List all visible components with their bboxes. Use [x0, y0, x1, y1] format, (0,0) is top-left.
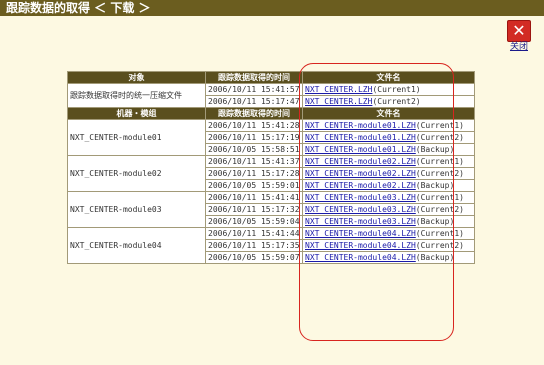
table-row: NXT_CENTER-module04 2006/10/11 15:41:44 NX…: [67, 227, 475, 264]
close-icon: ✕: [507, 20, 531, 42]
file-slot-note: (Backup): [415, 253, 455, 262]
acquired-time: 2006/10/11 15:17:19: [205, 131, 303, 144]
acquired-time: 2006/10/05 15:59:07: [205, 251, 303, 264]
filename-cell: NXT_CENTER-module04.LZH(Backup): [302, 251, 475, 264]
file-slot-note: (Current1): [415, 229, 464, 238]
acquired-time: 2006/10/11 15:17:47: [205, 95, 303, 108]
file-download-link[interactable]: NXT_CENTER-module03.LZH: [305, 205, 416, 214]
header-time: 跟踪数据取得的时间: [205, 71, 303, 84]
file-download-link[interactable]: NXT_CENTER-module04.LZH: [305, 241, 416, 250]
acquired-time: 2006/10/11 15:41:37: [205, 155, 303, 168]
filename-cell: NXT_CENTER-module02.LZH(Current1): [302, 155, 475, 168]
header-time: 跟踪数据取得的时间: [205, 107, 303, 120]
file-download-link[interactable]: NXT_CENTER.LZH: [305, 85, 372, 94]
file-slot-note: (Current1): [372, 85, 421, 94]
file-download-link[interactable]: NXT_CENTER-module02.LZH: [305, 157, 416, 166]
file-download-link[interactable]: NXT_CENTER.LZH: [305, 97, 372, 106]
filename-cell: NXT_CENTER-module01.LZH(Current1): [302, 119, 475, 132]
file-slot-note: (Backup): [415, 145, 455, 154]
header-target: 机器・模组: [67, 107, 206, 120]
file-slot-note: (Current1): [415, 121, 464, 130]
filename-cell: NXT_CENTER-module04.LZH(Current2): [302, 239, 475, 252]
filename-cell: NXT_CENTER-module03.LZH(Backup): [302, 215, 475, 228]
table-row: NXT_CENTER-module01 2006/10/11 15:41:28 NX…: [67, 119, 475, 156]
file-download-link[interactable]: NXT_CENTER-module01.LZH: [305, 133, 416, 142]
file-download-link[interactable]: NXT_CENTER-module02.LZH: [305, 169, 416, 178]
file-slot-note: (Current2): [415, 169, 464, 178]
filename-cell: NXT_CENTER-module04.LZH(Current1): [302, 227, 475, 240]
table-row: 跟踪数据取得时的统一压缩文件 2006/10/11 15:41:57 NXT_CEN…: [67, 83, 475, 108]
acquired-time: 2006/10/11 15:41:41: [205, 191, 303, 204]
module-name: NXT_CENTER-module02: [67, 155, 206, 192]
file-slot-note: (Backup): [415, 217, 455, 226]
filename-cell: NXT_CENTER-module01.LZH(Backup): [302, 143, 475, 156]
file-slot-note: (Current1): [415, 193, 464, 202]
header-filename: 文件名: [302, 107, 475, 120]
file-download-link[interactable]: NXT_CENTER-module04.LZH: [305, 253, 416, 262]
summary-label: 跟踪数据取得时的统一压缩文件: [67, 83, 206, 108]
file-slot-note: (Current1): [415, 157, 464, 166]
header-target: 对象: [67, 71, 206, 84]
filename-cell: NXT_CENTER.LZH(Current2): [302, 95, 475, 108]
header-filename: 文件名: [302, 71, 475, 84]
window-title: 跟踪数据的取得 ＜ 下载 ＞: [0, 0, 544, 16]
table-row: NXT_CENTER-module02 2006/10/11 15:41:37 NX…: [67, 155, 475, 192]
file-download-link[interactable]: NXT_CENTER-module02.LZH: [305, 181, 416, 190]
filename-cell: NXT_CENTER-module03.LZH(Current1): [302, 191, 475, 204]
acquired-time: 2006/10/05 15:58:51: [205, 143, 303, 156]
acquired-time: 2006/10/05 15:59:01: [205, 179, 303, 192]
close-button[interactable]: ✕ 关闭: [507, 20, 531, 54]
acquired-time: 2006/10/11 15:17:28: [205, 167, 303, 180]
file-download-link[interactable]: NXT_CENTER-module03.LZH: [305, 193, 416, 202]
file-slot-note: (Current2): [415, 133, 464, 142]
table-header-row: 对象 跟踪数据取得的时间 文件名: [67, 71, 475, 84]
table-header-row: 机器・模组 跟踪数据取得的时间 文件名: [67, 107, 475, 120]
acquired-time: 2006/10/11 15:17:35: [205, 239, 303, 252]
file-download-link[interactable]: NXT_CENTER-module01.LZH: [305, 121, 416, 130]
module-name: NXT_CENTER-module03: [67, 191, 206, 228]
acquired-time: 2006/10/05 15:59:04: [205, 215, 303, 228]
file-slot-note: (Current2): [415, 241, 464, 250]
module-name: NXT_CENTER-module01: [67, 119, 206, 156]
file-download-link[interactable]: NXT_CENTER-module03.LZH: [305, 217, 416, 226]
file-download-link[interactable]: NXT_CENTER-module04.LZH: [305, 229, 416, 238]
filename-cell: NXT_CENTER-module01.LZH(Current2): [302, 131, 475, 144]
filename-cell: NXT_CENTER-module02.LZH(Backup): [302, 179, 475, 192]
table-row: NXT_CENTER-module03 2006/10/11 15:41:41 NX…: [67, 191, 475, 228]
filename-cell: NXT_CENTER.LZH(Current1): [302, 83, 475, 96]
file-slot-note: (Backup): [415, 181, 455, 190]
filename-cell: NXT_CENTER-module02.LZH(Current2): [302, 167, 475, 180]
acquired-time: 2006/10/11 15:17:32: [205, 203, 303, 216]
acquired-time: 2006/10/11 15:41:57: [205, 83, 303, 96]
module-name: NXT_CENTER-module04: [67, 227, 206, 264]
close-label[interactable]: 关闭: [507, 42, 531, 53]
file-slot-note: (Current2): [372, 97, 421, 106]
acquired-time: 2006/10/11 15:41:44: [205, 227, 303, 240]
filename-cell: NXT_CENTER-module03.LZH(Current2): [302, 203, 475, 216]
acquired-time: 2006/10/11 15:41:28: [205, 119, 303, 132]
trace-data-table: 对象 跟踪数据取得的时间 文件名 跟踪数据取得时的统一压缩文件 2006/10/11 1…: [67, 71, 475, 264]
file-download-link[interactable]: NXT_CENTER-module01.LZH: [305, 145, 416, 154]
file-slot-note: (Current2): [415, 205, 464, 214]
